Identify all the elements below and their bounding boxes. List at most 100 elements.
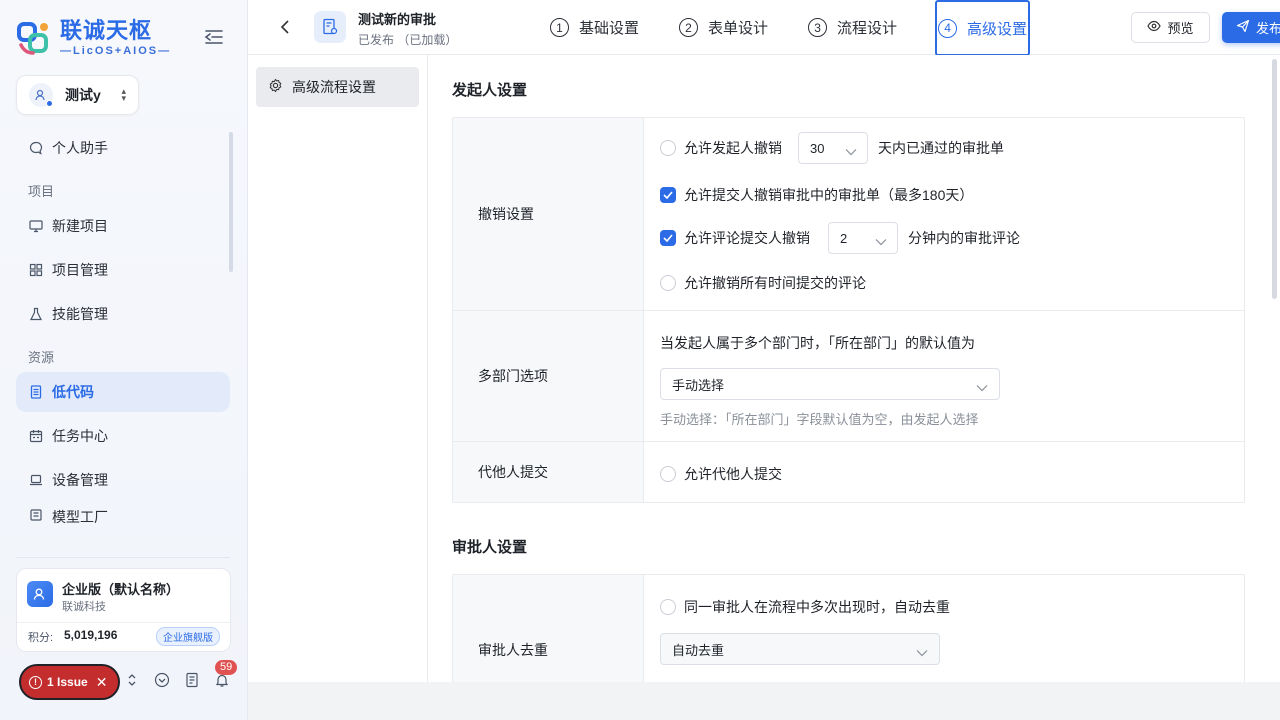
- initiator-settings-table: 撤销设置 允许发起人撤销 30 天内已通过的审批单 允许提交人撤销审批中的审批单…: [452, 117, 1245, 503]
- sidebar-item-label: 任务中心: [52, 428, 108, 444]
- sidebar-item-project-manage[interactable]: 项目管理: [16, 250, 230, 290]
- issue-button[interactable]: ! 1 Issue ✕: [19, 664, 120, 700]
- option-revoke-comment: 允许评论提交人撤销 2 分钟内的审批评论: [660, 222, 1020, 254]
- send-icon: [1236, 19, 1250, 36]
- menu-item-advanced-flow[interactable]: 高级流程设置: [256, 67, 419, 107]
- sort-caret-icon: ▴ ▾: [121, 86, 126, 103]
- checkbox-proxy-submit[interactable]: [660, 466, 676, 482]
- row-revoke: 撤销设置 允许发起人撤销 30 天内已通过的审批单 允许提交人撤销审批中的审批单…: [453, 118, 1244, 311]
- row-label-dedup: 审批人去重: [453, 575, 644, 682]
- chat-icon: [28, 141, 43, 156]
- nav-group-project: 项目: [28, 184, 55, 199]
- minutes-value: 2: [840, 230, 848, 246]
- plan-badge: 企业旗舰版: [156, 627, 220, 646]
- publish-status: 已发布 （已加载）: [358, 33, 458, 47]
- brand-subtitle: —LicOS+AIOS—: [60, 45, 172, 57]
- tab-basic-settings[interactable]: 1 基础设置: [548, 0, 641, 55]
- notification-count-badge: 59: [215, 660, 238, 675]
- sidebar-item-skill-manage[interactable]: 技能管理: [16, 294, 230, 334]
- option-label: 允许撤销所有时间提交的评论: [684, 275, 866, 291]
- sidebar-scrollbar[interactable]: [229, 132, 233, 272]
- enterprise-card[interactable]: 企业版（默认名称） 联诚科技 积分: 5,019,196 企业旗舰版: [16, 568, 231, 652]
- settings-menu: 高级流程设置: [248, 55, 428, 682]
- multi-dept-description: 当发起人属于多个部门时，「所在部门」的默认值为: [660, 335, 975, 351]
- sidebar-item-lowcode[interactable]: 低代码: [16, 372, 230, 412]
- scrollbar-thumb[interactable]: [1272, 59, 1277, 299]
- tab-form-design[interactable]: 2 表单设计: [677, 0, 770, 55]
- checkbox-revoke-all-comments[interactable]: [660, 275, 676, 291]
- checkbox-approver-dedup[interactable]: [660, 599, 676, 615]
- sidebar-item-assistant[interactable]: 个人助手: [16, 128, 230, 168]
- content-scrollbar[interactable]: [1270, 55, 1280, 682]
- publish-button[interactable]: 发布: [1222, 12, 1280, 43]
- workspace-selector[interactable]: 测试y ▴ ▾: [16, 75, 139, 115]
- sidebar-item-model-factory[interactable]: 模型工厂: [16, 504, 230, 524]
- enterprise-name: 企业版（默认名称）: [62, 582, 180, 597]
- expand-collapse-icon[interactable]: [124, 672, 140, 688]
- option-suffix: 天内已通过的审批单: [878, 140, 1004, 156]
- workspace-avatar: [29, 83, 53, 107]
- section-title-approver: 审批人设置: [452, 539, 528, 556]
- collapse-sidebar-icon[interactable]: [204, 28, 226, 48]
- step-number: 2: [679, 18, 699, 37]
- logo-mark-icon: [16, 19, 54, 57]
- logo[interactable]: 联诚天枢 —LicOS+AIOS—: [16, 18, 171, 58]
- top-header: 测试新的审批 已发布 （已加载） 1 基础设置 2 表单设计 3 流程设计 4 …: [248, 0, 1280, 56]
- row-proxy-submit: 代他人提交 允许代他人提交: [453, 442, 1244, 502]
- option-proxy-submit: 允许代他人提交: [660, 464, 782, 484]
- multi-dept-hint: 手动选择：「所在部门」字段默认值为空，由发起人选择: [660, 412, 979, 427]
- row-label-proxy: 代他人提交: [453, 442, 644, 502]
- sidebar-item-task-center[interactable]: 任务中心: [16, 416, 230, 456]
- dedup-mode-select[interactable]: 自动去重: [660, 633, 940, 665]
- laptop-icon: [28, 473, 43, 488]
- option-revoke-initiator: 允许发起人撤销 30 天内已通过的审批单: [660, 132, 1004, 164]
- grid-icon: [28, 263, 43, 278]
- option-approver-dedup: 同一审批人在流程中多次出现时，自动去重: [660, 597, 950, 617]
- enterprise-company: 联诚科技: [62, 601, 106, 613]
- option-suffix: 分钟内的审批评论: [908, 230, 1020, 246]
- step-number: 4: [938, 18, 958, 38]
- approver-settings-table: 审批人去重 同一审批人在流程中多次出现时，自动去重 自动去重: [452, 574, 1245, 682]
- preview-label: 预览: [1167, 21, 1194, 36]
- minutes-select[interactable]: 2: [828, 222, 898, 254]
- default-dept-select[interactable]: 手动选择: [660, 368, 1000, 400]
- checkbox-revoke-comment[interactable]: [660, 230, 676, 246]
- option-revoke-all-comments: 允许撤销所有时间提交的评论: [660, 273, 866, 293]
- days-select[interactable]: 30: [798, 132, 868, 164]
- sidebar-item-label: 个人助手: [52, 140, 108, 156]
- sidebar-item-device-manage[interactable]: 设备管理: [16, 460, 230, 500]
- points-value: 5,019,196: [64, 628, 118, 642]
- section-title-initiator: 发起人设置: [452, 82, 528, 99]
- chevron-circle-down-icon[interactable]: [154, 672, 170, 688]
- card-divider: [17, 622, 230, 623]
- nav-group-resource: 资源: [28, 350, 55, 365]
- sidebar: 联诚天枢 —LicOS+AIOS— 测试y ▴ ▾ 个人助手 项目 新建项目 项目…: [0, 0, 248, 720]
- tab-flow-design[interactable]: 3 流程设计: [806, 0, 899, 55]
- monitor-icon: [28, 219, 43, 234]
- step-label: 流程设计: [837, 20, 898, 37]
- enterprise-user-icon: [27, 581, 53, 607]
- checkbox-revoke-submitter[interactable]: [660, 187, 676, 203]
- alert-icon: !: [29, 675, 42, 689]
- checkbox-revoke-initiator[interactable]: [660, 140, 676, 156]
- flask-icon: [28, 307, 43, 322]
- step-number: 1: [550, 18, 569, 37]
- sidebar-item-label: 新建项目: [52, 218, 108, 234]
- sidebar-item-new-project[interactable]: 新建项目: [16, 206, 230, 246]
- back-arrow-icon[interactable]: [278, 18, 294, 36]
- option-label: 同一审批人在流程中多次出现时，自动去重: [684, 599, 950, 615]
- document-list-icon: [28, 385, 43, 400]
- sidebar-divider: [16, 557, 230, 558]
- chevron-down-icon: [916, 645, 928, 660]
- option-revoke-submitter: 允许提交人撤销审批中的审批单（最多180天）: [660, 185, 973, 205]
- chevron-down-icon: [875, 234, 887, 249]
- preview-button[interactable]: 预览: [1131, 12, 1210, 43]
- brand-title: 联诚天枢: [60, 18, 153, 43]
- close-icon[interactable]: ✕: [96, 674, 108, 691]
- main-content: 发起人设置 撤销设置 允许发起人撤销 30 天内已通过的审批单 允许提交人撤销审…: [428, 55, 1270, 682]
- points-label: 积分:: [28, 632, 54, 644]
- row-approver-dedup: 审批人去重 同一审批人在流程中多次出现时，自动去重 自动去重: [453, 575, 1244, 682]
- tab-advanced-settings[interactable]: 4 高级设置: [935, 0, 1031, 56]
- select-value: 手动选择: [672, 377, 725, 393]
- document-icon[interactable]: [184, 672, 200, 688]
